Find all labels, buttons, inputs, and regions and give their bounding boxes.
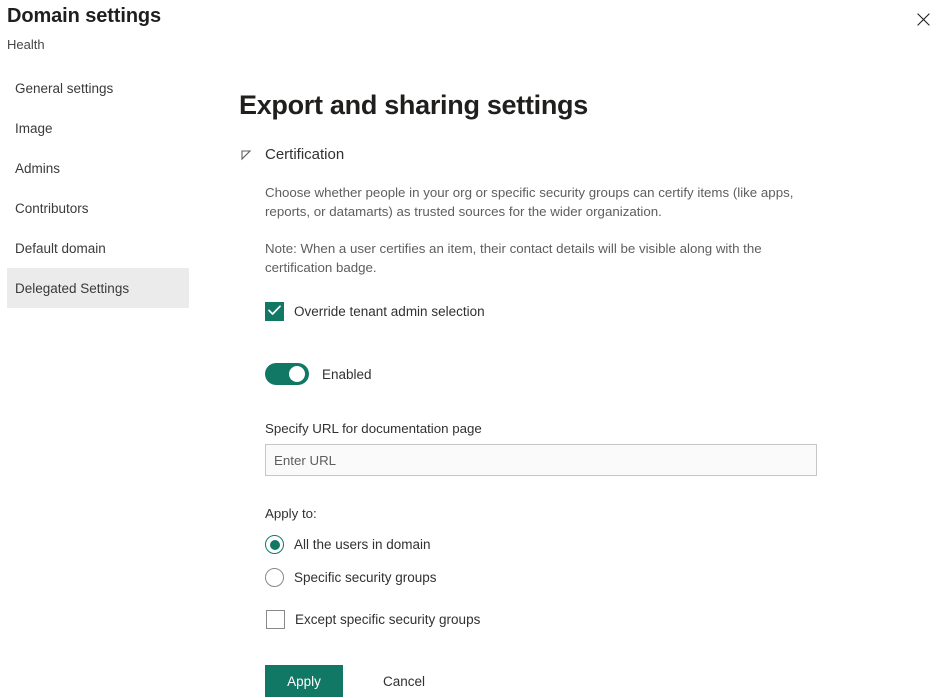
checkmark-icon <box>268 303 281 321</box>
toggle-knob <box>289 366 305 382</box>
radio-specific-groups-label: Specific security groups <box>294 570 437 585</box>
certification-section-body: Choose whether people in your org or spe… <box>265 183 839 697</box>
sidebar-item-label: Admins <box>15 161 60 176</box>
certification-section-header[interactable]: Certification <box>239 146 344 163</box>
except-security-groups-checkbox-row[interactable]: Except specific security groups <box>266 610 480 629</box>
radio-all-users-in-domain[interactable] <box>265 535 284 554</box>
certification-description: Choose whether people in your org or spe… <box>265 183 805 221</box>
sidebar-item-contributors[interactable]: Contributors <box>7 188 189 228</box>
documentation-url-input[interactable] <box>265 444 817 476</box>
certification-toggle[interactable] <box>265 363 309 385</box>
except-security-groups-label: Except specific security groups <box>295 612 480 627</box>
certification-toggle-row[interactable]: Enabled <box>265 363 372 385</box>
override-tenant-admin-checkbox-row[interactable]: Override tenant admin selection <box>265 302 485 321</box>
radio-dot <box>270 540 280 550</box>
certification-section-title: Certification <box>265 146 344 163</box>
sidebar-item-image[interactable]: Image <box>7 108 189 148</box>
cancel-button[interactable]: Cancel <box>383 665 425 697</box>
sidebar-item-label: General settings <box>15 81 113 96</box>
apply-button[interactable]: Apply <box>265 665 343 697</box>
override-tenant-admin-checkbox[interactable] <box>265 302 284 321</box>
radio-all-users-label: All the users in domain <box>294 537 431 552</box>
sidebar-item-label: Delegated Settings <box>15 281 129 296</box>
certification-toggle-label: Enabled <box>322 367 372 382</box>
content-title: Export and sharing settings <box>239 88 839 122</box>
documentation-url-field-block: Specify URL for documentation page <box>265 421 839 476</box>
sidebar-item-label: Default domain <box>15 241 106 256</box>
radio-row-all-users[interactable]: All the users in domain <box>265 535 431 554</box>
radio-row-specific-groups[interactable]: Specific security groups <box>265 568 437 587</box>
override-tenant-admin-label: Override tenant admin selection <box>294 304 485 319</box>
except-security-groups-checkbox[interactable] <box>266 610 285 629</box>
certification-note: Note: When a user certifies an item, the… <box>265 239 805 277</box>
apply-to-label: Apply to: <box>265 506 839 521</box>
close-panel-button[interactable] <box>907 4 939 34</box>
page-title: Domain settings <box>7 5 161 28</box>
sidebar-item-delegated-settings[interactable]: Delegated Settings <box>7 268 189 308</box>
page-subtitle: Health <box>7 37 45 52</box>
documentation-url-label: Specify URL for documentation page <box>265 421 839 436</box>
radio-specific-security-groups[interactable] <box>265 568 284 587</box>
sidebar-item-default-domain[interactable]: Default domain <box>7 228 189 268</box>
sidebar-item-admins[interactable]: Admins <box>7 148 189 188</box>
apply-to-block: Apply to: All the users in domain Specif… <box>265 506 839 629</box>
action-button-row: Apply Cancel <box>265 665 839 697</box>
close-icon <box>917 13 930 26</box>
sidebar-item-label: Image <box>15 121 53 136</box>
sidebar-item-label: Contributors <box>15 201 89 216</box>
main-content: Export and sharing settings Certificatio… <box>239 88 839 697</box>
collapse-triangle-icon <box>239 148 253 162</box>
sidebar-item-general-settings[interactable]: General settings <box>7 68 189 108</box>
settings-sidebar: General settings Image Admins Contributo… <box>0 68 200 308</box>
